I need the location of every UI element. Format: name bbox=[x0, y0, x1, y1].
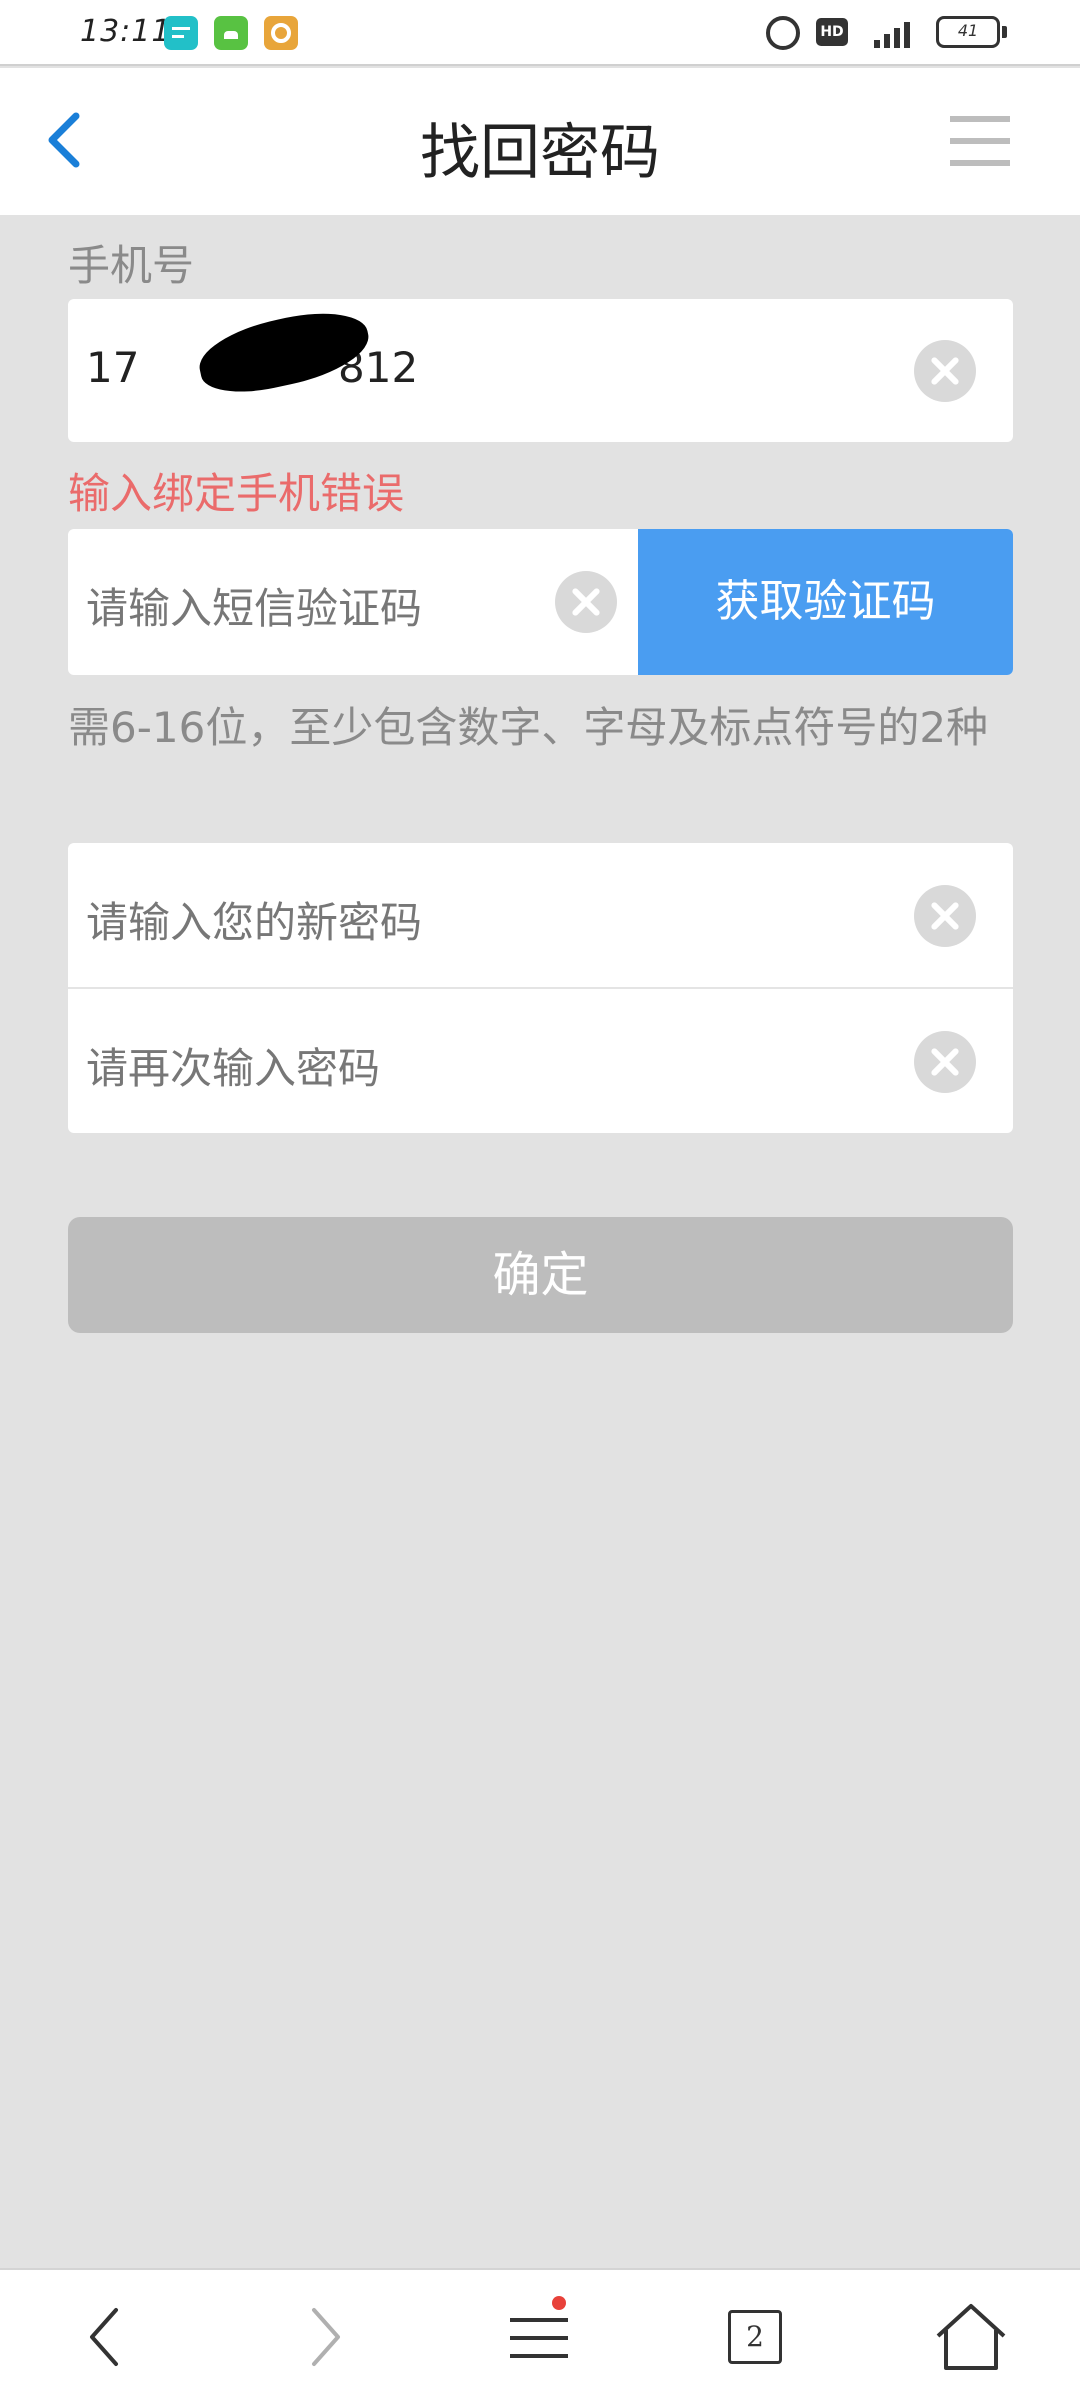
battery-icon: 41 bbox=[936, 16, 1000, 48]
signal-4g-icon bbox=[866, 18, 918, 48]
status-bar: 13:11 HD 41 bbox=[0, 0, 1080, 66]
menu-icon bbox=[510, 2318, 568, 2358]
nav-tabs-button[interactable]: 2 bbox=[710, 2292, 800, 2382]
alarm-icon bbox=[766, 16, 800, 50]
password-card: 请输入您的新密码 请再次输入密码 bbox=[68, 843, 1013, 1133]
browser-bottom-nav: 2 bbox=[0, 2268, 1080, 2400]
back-arrow-icon bbox=[90, 2308, 118, 2366]
nav-back-button[interactable] bbox=[62, 2292, 152, 2382]
home-icon bbox=[936, 2304, 1006, 2370]
tabs-icon: 2 bbox=[728, 2310, 782, 2364]
nav-forward-button[interactable] bbox=[278, 2292, 368, 2382]
phone-error-message: 输入绑定手机错误 bbox=[68, 469, 405, 518]
page-title: 找回密码 bbox=[420, 118, 660, 188]
message-app-icon bbox=[164, 16, 198, 50]
android-app-icon bbox=[214, 16, 248, 50]
password-hint: 需6-16位，至少包含数字、字母及标点符号的2种 bbox=[68, 703, 989, 752]
status-time: 13:11 bbox=[80, 14, 172, 49]
sms-code-field: 请输入短信验证码 获取验证码 bbox=[68, 529, 1013, 675]
forward-arrow-icon bbox=[312, 2308, 340, 2366]
nav-menu-button[interactable] bbox=[494, 2292, 584, 2382]
app-header: 找回密码 bbox=[0, 68, 1080, 215]
notification-dot bbox=[552, 2296, 566, 2310]
nav-home-button[interactable] bbox=[926, 2292, 1016, 2382]
menu-line bbox=[950, 160, 1010, 166]
clear-sms-button[interactable] bbox=[555, 571, 617, 633]
divider bbox=[68, 987, 1013, 989]
clear-new-password-button[interactable] bbox=[914, 885, 976, 947]
hd-icon: HD bbox=[816, 18, 848, 46]
settings-app-icon bbox=[264, 16, 298, 50]
sms-code-input[interactable]: 请输入短信验证码 bbox=[86, 575, 422, 636]
phone-value-prefix: 17 bbox=[86, 343, 140, 392]
battery-cap bbox=[1002, 26, 1007, 38]
confirm-password-input[interactable]: 请再次输入密码 bbox=[86, 1035, 380, 1096]
clear-phone-button[interactable] bbox=[914, 340, 976, 402]
get-code-button[interactable]: 获取验证码 bbox=[638, 529, 1013, 675]
menu-line bbox=[950, 138, 1010, 144]
menu-button[interactable] bbox=[950, 116, 1010, 166]
hamburger-menu-icon bbox=[950, 116, 1010, 122]
confirm-button[interactable]: 确定 bbox=[68, 1217, 1013, 1333]
phone-field[interactable]: 17 812 bbox=[68, 299, 1013, 442]
clear-confirm-password-button[interactable] bbox=[914, 1031, 976, 1093]
phone-label: 手机号 bbox=[68, 241, 195, 290]
new-password-input[interactable]: 请输入您的新密码 bbox=[86, 889, 422, 950]
battery-level: 41 bbox=[957, 21, 979, 40]
